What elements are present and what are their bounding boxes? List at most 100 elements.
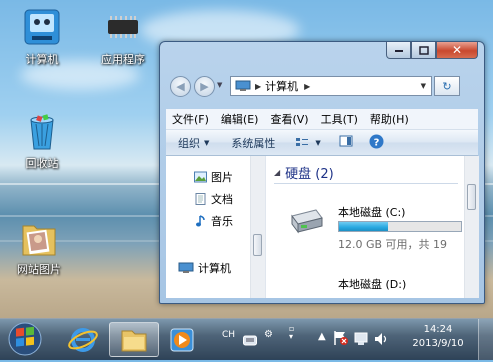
desktop-icon-applications[interactable]: 应用程序 xyxy=(92,8,154,67)
clock-time: 14:24 xyxy=(423,324,453,335)
document-icon xyxy=(195,193,206,205)
navigation-pane-scrollbar[interactable] xyxy=(250,156,265,298)
drive-c-usage-bar xyxy=(338,221,462,232)
close-button[interactable]: ✕ xyxy=(436,42,478,59)
chip-icon xyxy=(103,8,143,48)
nav-item-computer[interactable]: 计算机 xyxy=(178,260,231,276)
command-bar: 组织 ▼ 系统属性 ▼ ? xyxy=(166,130,478,156)
navigation-pane: 图片 文档 音乐 计算机 xyxy=(166,156,266,298)
music-icon xyxy=(196,215,205,227)
windows-orb-icon xyxy=(8,322,42,356)
image-folder-icon xyxy=(19,218,59,258)
maximize-icon xyxy=(418,45,429,55)
volume-icon[interactable] xyxy=(374,331,388,350)
language-indicator[interactable]: CH xyxy=(222,330,235,340)
forward-arrow-icon: ▶ xyxy=(200,80,209,93)
desktop-icon-computer[interactable]: 计算机 xyxy=(11,8,73,67)
desktop-icon-label: 网站图片 xyxy=(17,263,61,276)
content-scrollbar[interactable] xyxy=(464,156,479,298)
help-button[interactable]: ? xyxy=(369,134,384,152)
nav-item-documents[interactable]: 文档 xyxy=(194,191,233,207)
menu-help[interactable]: 帮助(H) xyxy=(364,111,415,127)
breadcrumb-arrow-icon[interactable]: ▶ xyxy=(304,82,310,91)
preview-pane-button[interactable] xyxy=(339,135,353,150)
computer-icon xyxy=(235,80,251,91)
computer-icon xyxy=(22,8,62,48)
show-hidden-icons-button[interactable]: ▲ xyxy=(318,331,326,342)
organize-button[interactable]: 组织 ▼ xyxy=(178,135,209,151)
desktop-icon-label: 计算机 xyxy=(25,53,59,66)
taskbar-media-player[interactable] xyxy=(168,322,196,357)
help-icon: ? xyxy=(369,134,384,148)
menu-edit[interactable]: 编辑(E) xyxy=(215,111,265,127)
system-properties-button[interactable]: 系统属性 xyxy=(231,135,275,151)
drive-d-name[interactable]: 本地磁盘 (D:) xyxy=(338,276,406,292)
nav-item-label: 计算机 xyxy=(198,262,231,275)
taskbar: CH ⚙ ▫ ▾ ▲ 14:24 2013/9/10 xyxy=(0,318,493,360)
view-icon xyxy=(296,137,309,146)
nav-item-pictures[interactable]: 图片 xyxy=(194,169,233,185)
action-center-icon[interactable] xyxy=(333,330,349,350)
navigation-bar: ◀ ▶ ▼ ▶ 计算机 ▶ ▼ ↻ xyxy=(166,73,478,98)
scrollbar-thumb[interactable] xyxy=(253,234,262,256)
keyboard-indicator[interactable] xyxy=(243,331,257,350)
drive-c-usage-fill xyxy=(339,222,388,231)
menu-view[interactable]: 查看(V) xyxy=(264,111,314,127)
close-icon: ✕ xyxy=(451,43,463,57)
menu-file[interactable]: 文件(F) xyxy=(166,111,215,127)
start-button[interactable] xyxy=(3,320,47,358)
chevron-down-icon: ▼ xyxy=(204,138,210,147)
recent-pages-dropdown[interactable]: ▼ xyxy=(217,81,222,89)
taskbar-explorer[interactable] xyxy=(109,322,159,357)
taskbar-options[interactable]: ▫ ▾ xyxy=(289,325,294,341)
network-icon[interactable] xyxy=(354,331,368,350)
nav-item-label: 音乐 xyxy=(211,215,233,228)
desktop-icon-label: 回收站 xyxy=(25,157,59,170)
keyboard-icon xyxy=(243,335,257,346)
desktop-icon-recycle-bin[interactable]: 回收站 xyxy=(11,112,73,171)
ime-options-icon[interactable]: ⚙ xyxy=(264,329,273,340)
group-title: 硬盘 (2) xyxy=(285,167,334,182)
hard-drive-icon xyxy=(291,209,323,234)
computer-icon xyxy=(178,262,194,273)
back-arrow-icon: ◀ xyxy=(176,80,185,93)
content-area: ◢ 硬盘 (2) 本地磁盘 (C:) 12.0 GB 可用，共 19 本地磁盘 … xyxy=(266,156,464,298)
minimize-icon xyxy=(394,50,403,52)
maximize-button[interactable] xyxy=(411,42,436,59)
menu-tools[interactable]: 工具(T) xyxy=(315,111,364,127)
drive-c-name: 本地磁盘 (C:) xyxy=(338,206,406,219)
nav-item-label: 图片 xyxy=(211,171,233,184)
address-dropdown-icon[interactable]: ▼ xyxy=(421,82,426,90)
picture-icon xyxy=(194,171,207,183)
clock[interactable]: 14:24 2013/9/10 xyxy=(408,323,468,351)
view-options-button[interactable]: ▼ xyxy=(295,137,321,149)
desktop-icon-label: 应用程序 xyxy=(101,53,145,66)
drive-c[interactable]: 本地磁盘 (C:) 12.0 GB 可用，共 19 xyxy=(274,192,464,251)
folder-icon xyxy=(121,330,147,352)
recycle-bin-icon xyxy=(22,112,62,152)
drive-c-free-space: 12.0 GB 可用，共 19 xyxy=(338,238,448,251)
taskbar-internet-explorer[interactable] xyxy=(59,322,107,357)
refresh-button[interactable]: ↻ xyxy=(434,76,460,96)
media-player-icon xyxy=(170,328,194,352)
organize-label: 组织 xyxy=(178,136,200,150)
collapse-arrow-icon[interactable]: ◢ xyxy=(274,168,280,177)
group-header-hard-disks[interactable]: ◢ 硬盘 (2) xyxy=(274,163,334,182)
minimize-button[interactable] xyxy=(386,42,411,59)
address-bar[interactable]: ▶ 计算机 ▶ ▼ xyxy=(230,76,432,96)
svg-text:?: ? xyxy=(373,137,379,148)
scrollbar-thumb[interactable] xyxy=(467,184,476,210)
chevron-down-icon: ▾ xyxy=(289,332,294,341)
show-desktop-button[interactable] xyxy=(478,319,493,360)
clock-date: 2013/9/10 xyxy=(412,338,464,349)
nav-item-label: 文档 xyxy=(211,193,233,206)
desktop-icon-web-images[interactable]: 网站图片 xyxy=(8,218,70,277)
explorer-window[interactable]: ✕ ◀ ▶ ▼ ▶ 计算机 ▶ ▼ ↻ 文件(F) 编辑(E) 查看(V) 工具… xyxy=(159,41,485,304)
forward-button[interactable]: ▶ xyxy=(194,76,215,97)
nav-item-music[interactable]: 音乐 xyxy=(194,213,233,229)
breadcrumb-computer[interactable]: 计算机 xyxy=(265,78,298,94)
breadcrumb-arrow-icon: ▶ xyxy=(255,81,262,91)
back-button[interactable]: ◀ xyxy=(170,76,191,97)
refresh-icon: ↻ xyxy=(442,79,452,93)
chevron-down-icon: ▼ xyxy=(315,138,321,147)
